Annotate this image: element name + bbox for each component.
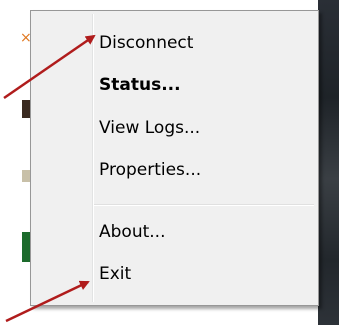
desktop-background-right — [318, 0, 339, 325]
menu-item-view-logs[interactable]: View Logs... — [99, 116, 200, 140]
menu-item-properties[interactable]: Properties... — [99, 158, 201, 182]
background-fragment-icon — [22, 170, 30, 182]
menu-icon-gutter-divider — [92, 14, 94, 302]
screenshot-stage: × Disconnect Status... View Logs... Prop… — [0, 0, 339, 325]
background-fragment-icon — [22, 232, 30, 262]
menu-item-disconnect[interactable]: Disconnect — [99, 31, 193, 55]
desktop-background-left: × — [0, 0, 32, 325]
menu-separator — [94, 204, 314, 206]
tray-context-menu: Disconnect Status... View Logs... Proper… — [30, 10, 319, 306]
menu-item-exit[interactable]: Exit — [99, 262, 131, 286]
background-fragment-icon — [22, 100, 30, 118]
menu-item-about[interactable]: About... — [99, 220, 165, 244]
menu-item-status[interactable]: Status... — [99, 73, 181, 97]
